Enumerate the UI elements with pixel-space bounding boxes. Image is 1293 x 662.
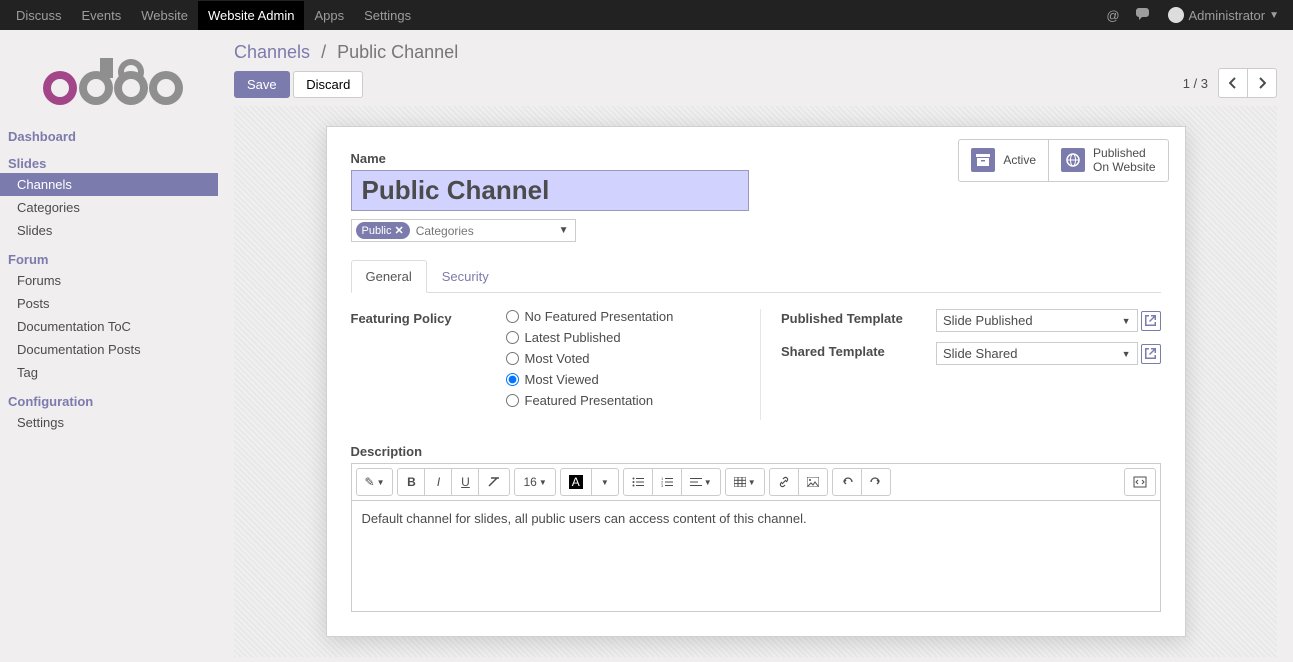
- categories-caret-icon[interactable]: ▼: [559, 225, 569, 236]
- globe-icon: [1061, 148, 1085, 172]
- top-nav: DiscussEventsWebsiteWebsite AdminAppsSet…: [0, 0, 1293, 30]
- svg-text:3: 3: [661, 483, 664, 487]
- tag-remove-icon[interactable]: ✕: [394, 224, 403, 237]
- status-buttons: Active Published On Website: [958, 139, 1168, 182]
- tag-public[interactable]: Public ✕: [356, 222, 410, 239]
- code-view-button[interactable]: [1124, 468, 1156, 496]
- user-menu[interactable]: Administrator ▼: [1160, 2, 1287, 28]
- nav-discuss[interactable]: Discuss: [6, 1, 72, 30]
- menu-header-forum[interactable]: Forum: [0, 250, 218, 269]
- tab-general[interactable]: General: [351, 260, 427, 293]
- menu-item-categories[interactable]: Categories: [0, 196, 218, 219]
- featuring-option[interactable]: Latest Published: [506, 330, 731, 345]
- editor-body[interactable]: Default channel for slides, all public u…: [352, 501, 1160, 611]
- published-template-external-icon[interactable]: [1141, 311, 1161, 331]
- published-label-1: Published: [1093, 146, 1155, 160]
- link-button[interactable]: [769, 468, 799, 496]
- description-label: Description: [351, 444, 1161, 459]
- tabs: GeneralSecurity: [351, 260, 1161, 293]
- shared-template-label: Shared Template: [781, 342, 936, 365]
- top-nav-items: DiscussEventsWebsiteWebsite AdminAppsSet…: [6, 1, 421, 30]
- featuring-policy-label: Featuring Policy: [351, 309, 506, 414]
- breadcrumb-current: Public Channel: [337, 42, 458, 62]
- save-button[interactable]: Save: [234, 71, 290, 98]
- undo-button[interactable]: [832, 468, 862, 496]
- user-name: Administrator: [1189, 8, 1266, 23]
- active-label: Active: [1003, 153, 1036, 167]
- menu-header-slides[interactable]: Slides: [0, 154, 218, 173]
- published-button[interactable]: Published On Website: [1049, 140, 1167, 181]
- logo[interactable]: [0, 42, 218, 127]
- featuring-option[interactable]: No Featured Presentation: [506, 309, 731, 324]
- featuring-option[interactable]: Featured Presentation: [506, 393, 731, 408]
- font-size-dropdown[interactable]: 16 ▼: [514, 468, 555, 496]
- image-button[interactable]: [798, 468, 828, 496]
- sidebar: DashboardSlidesChannelsCategoriesSlidesF…: [0, 30, 218, 662]
- featuring-option[interactable]: Most Voted: [506, 351, 731, 366]
- nav-settings[interactable]: Settings: [354, 1, 421, 30]
- discard-button[interactable]: Discard: [293, 71, 363, 98]
- nav-events[interactable]: Events: [72, 1, 132, 30]
- menu-item-documentation-posts[interactable]: Documentation Posts: [0, 338, 218, 361]
- ol-button[interactable]: 123: [652, 468, 682, 496]
- shared-template-select[interactable]: Slide Shared: [936, 342, 1138, 365]
- table-dropdown[interactable]: ▼: [725, 468, 765, 496]
- menu-item-posts[interactable]: Posts: [0, 292, 218, 315]
- at-icon[interactable]: @: [1098, 3, 1127, 28]
- font-color-button[interactable]: A: [560, 468, 592, 496]
- align-dropdown[interactable]: ▼: [681, 468, 721, 496]
- main-content: Channels / Public Channel Save Discard 1…: [218, 30, 1293, 662]
- tab-security[interactable]: Security: [427, 260, 504, 293]
- archive-icon: [971, 148, 995, 172]
- font-color-dropdown[interactable]: ▼: [591, 468, 619, 496]
- published-template-select[interactable]: Slide Published: [936, 309, 1138, 332]
- breadcrumb-root[interactable]: Channels: [234, 42, 310, 62]
- active-button[interactable]: Active: [959, 140, 1049, 181]
- style-dropdown[interactable]: ✎ ▼: [356, 468, 394, 496]
- pager-next-button[interactable]: [1247, 68, 1277, 98]
- menu-header-configuration[interactable]: Configuration: [0, 392, 218, 411]
- italic-button[interactable]: I: [424, 468, 452, 496]
- menu-header-dashboard[interactable]: Dashboard: [0, 127, 218, 146]
- chat-icon[interactable]: [1128, 3, 1160, 27]
- shared-template-external-icon[interactable]: [1141, 344, 1161, 364]
- published-template-label: Published Template: [781, 309, 936, 332]
- menu-item-tag[interactable]: Tag: [0, 361, 218, 384]
- clear-format-button[interactable]: [478, 468, 510, 496]
- menu-item-forums[interactable]: Forums: [0, 269, 218, 292]
- form-sheet: Active Published On Website Na: [326, 126, 1186, 637]
- redo-button[interactable]: [861, 468, 891, 496]
- menu-item-channels[interactable]: Channels: [0, 173, 218, 196]
- ul-button[interactable]: [623, 468, 653, 496]
- underline-button[interactable]: U: [451, 468, 479, 496]
- caret-down-icon: ▼: [1269, 10, 1279, 21]
- menu-item-slides[interactable]: Slides: [0, 219, 218, 242]
- nav-website[interactable]: Website: [131, 1, 198, 30]
- nav-website-admin[interactable]: Website Admin: [198, 1, 304, 30]
- editor-toolbar: ✎ ▼ B I U 16 ▼ A: [352, 464, 1160, 501]
- rich-text-editor: ✎ ▼ B I U 16 ▼ A: [351, 463, 1161, 612]
- nav-apps[interactable]: Apps: [304, 1, 354, 30]
- bold-button[interactable]: B: [397, 468, 425, 496]
- published-label-2: On Website: [1093, 160, 1155, 174]
- categories-field[interactable]: Public ✕ ▼: [351, 219, 576, 242]
- featuring-radio-group: No Featured Presentation Latest Published…: [506, 309, 731, 414]
- menu-item-settings[interactable]: Settings: [0, 411, 218, 434]
- pager: 1 / 3: [1183, 68, 1277, 98]
- pager-text[interactable]: 1 / 3: [1183, 76, 1208, 91]
- name-input[interactable]: [351, 170, 749, 211]
- categories-input[interactable]: [416, 224, 571, 238]
- featuring-option[interactable]: Most Viewed: [506, 372, 731, 387]
- avatar-icon: [1168, 7, 1184, 23]
- menu-item-documentation-toc[interactable]: Documentation ToC: [0, 315, 218, 338]
- breadcrumb: Channels / Public Channel: [234, 42, 458, 63]
- pager-prev-button[interactable]: [1218, 68, 1248, 98]
